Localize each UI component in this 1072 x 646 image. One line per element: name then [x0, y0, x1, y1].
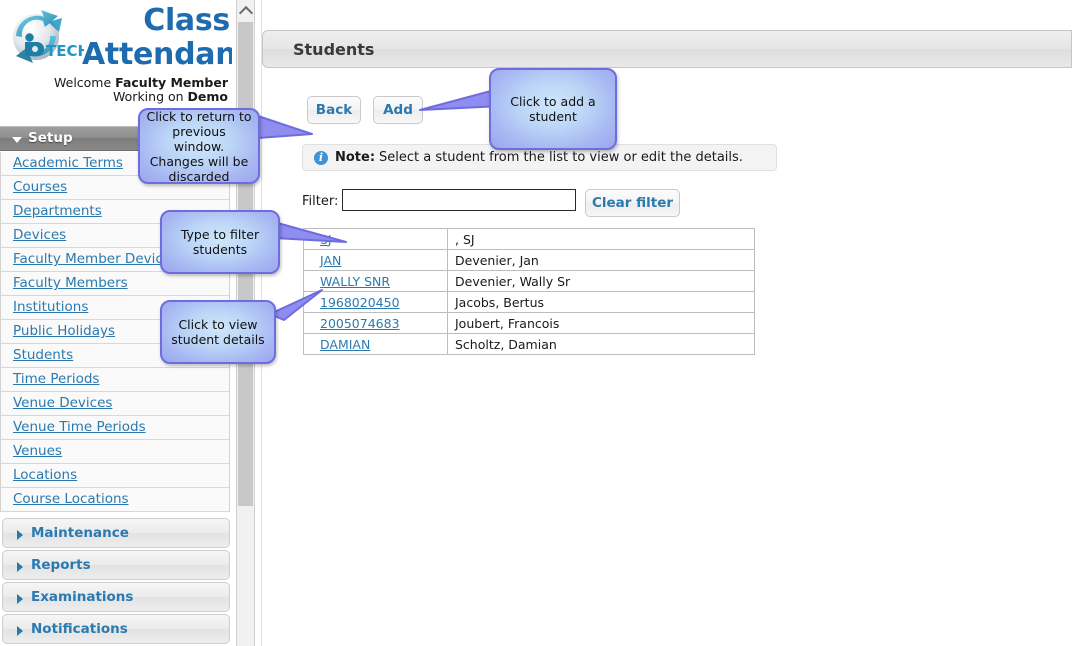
- working-line: Working on Demo: [2, 89, 228, 104]
- chevron-right-icon: [17, 594, 23, 604]
- table-row[interactable]: SJ , SJ: [303, 228, 755, 250]
- logo-text: TECH: [46, 42, 84, 60]
- student-code-link[interactable]: 2005074683: [320, 316, 400, 331]
- student-code-cell: JAN: [303, 249, 448, 271]
- callout-add: Click to add a student: [489, 68, 617, 150]
- filter-input[interactable]: [342, 189, 576, 211]
- sidebar-item-faculty-members[interactable]: Faculty Members: [0, 272, 230, 296]
- sidebar-item-venue-time-periods[interactable]: Venue Time Periods: [0, 416, 230, 440]
- student-name-cell: Joubert, Francois: [447, 312, 755, 334]
- sidebar-item-label: Venue Time Periods: [13, 419, 146, 435]
- student-code-cell: DAMIAN: [303, 333, 448, 355]
- scrollbar-up-button[interactable]: [237, 0, 254, 21]
- callout-back: Click to return to previous window. Chan…: [138, 108, 260, 184]
- sidebar-item-label: Faculty Members: [13, 275, 128, 291]
- student-code-link[interactable]: WALLY SNR: [320, 274, 390, 289]
- student-name-cell: , SJ: [447, 228, 755, 250]
- students-table: SJ , SJ JAN Devenier, Jan WALLY SNR Deve…: [303, 228, 755, 355]
- sidebar-item-label: Course Locations: [13, 491, 129, 507]
- sidebar-group-notifications[interactable]: Notifications: [2, 614, 230, 644]
- chevron-right-icon: [17, 530, 23, 540]
- sidebar-item-locations[interactable]: Locations: [0, 464, 230, 488]
- table-row[interactable]: 1968020450 Jacobs, Bertus: [303, 291, 755, 313]
- sidebar-item-label: Departments: [13, 203, 102, 219]
- student-name-cell: Devenier, Jan: [447, 249, 755, 271]
- table-row[interactable]: DAMIAN Scholtz, Damian: [303, 333, 755, 355]
- note-label: Note:: [335, 150, 376, 165]
- sidebar-item-label: Students: [13, 347, 74, 363]
- brand-header: TECH Class Attendance Welcome Faculty Me…: [0, 0, 232, 120]
- sidebar-item-label: Public Holidays: [13, 323, 116, 339]
- page-title: Students: [293, 40, 375, 59]
- table-row[interactable]: JAN Devenier, Jan: [303, 249, 755, 271]
- callout-tail-back: [256, 112, 316, 146]
- chevron-up-icon: [238, 5, 254, 21]
- working-prefix: Working on: [113, 89, 188, 104]
- ip-tech-globe-logo-icon: TECH: [4, 6, 90, 68]
- sidebar-group-reports[interactable]: Reports: [2, 550, 230, 580]
- student-code-link[interactable]: 1968020450: [320, 295, 400, 310]
- chevron-right-icon: [17, 562, 23, 572]
- student-code-link[interactable]: JAN: [320, 253, 341, 268]
- sidebar-group-examinations-label: Examinations: [31, 589, 134, 605]
- page-header-bar: Students: [262, 30, 1072, 68]
- callout-detail: Click to view student details: [160, 300, 276, 364]
- sidebar-item-time-periods[interactable]: Time Periods: [0, 368, 230, 392]
- welcome-prefix: Welcome: [54, 75, 116, 90]
- sidebar-item-course-locations[interactable]: Course Locations: [0, 488, 230, 512]
- sidebar-group-examinations[interactable]: Examinations: [2, 582, 230, 612]
- sidebar-item-label: Courses: [13, 179, 68, 195]
- clear-filter-button[interactable]: Clear filter: [585, 189, 680, 217]
- sidebar-item-label: Institutions: [13, 299, 89, 315]
- sidebar-group-setup-label: Setup: [28, 130, 73, 146]
- info-icon: i: [314, 151, 328, 165]
- callout-tail-filter: [272, 216, 352, 252]
- student-code-link[interactable]: DAMIAN: [320, 337, 370, 352]
- main-content: Students Back Add i Note: Select a stude…: [262, 0, 1072, 646]
- sidebar-item-label: Venue Devices: [13, 395, 113, 411]
- filter-label: Filter:: [302, 194, 339, 209]
- sidebar-group-maintenance[interactable]: Maintenance: [2, 518, 230, 548]
- table-row[interactable]: WALLY SNR Devenier, Wally Sr: [303, 270, 755, 292]
- sidebar-item-label: Devices: [13, 227, 67, 243]
- sidebar-item-label: Time Periods: [13, 371, 100, 387]
- working-context: Demo: [187, 89, 228, 104]
- student-name-cell: Scholtz, Damian: [447, 333, 755, 355]
- page-brand-title: Class Attendance: [82, 3, 232, 72]
- welcome-line: Welcome Faculty Member: [2, 75, 228, 90]
- chevron-right-icon: [17, 626, 23, 636]
- sidebar-item-label: Venues: [13, 443, 62, 459]
- welcome-user: Faculty Member: [115, 75, 228, 90]
- note-text: Select a student from the list to view o…: [379, 150, 743, 165]
- sidebar-group-reports-label: Reports: [31, 557, 91, 573]
- callout-filter: Type to filter students: [160, 210, 280, 274]
- student-name-cell: Jacobs, Bertus: [447, 291, 755, 313]
- table-row[interactable]: 2005074683 Joubert, Francois: [303, 312, 755, 334]
- sidebar-item-venue-devices[interactable]: Venue Devices: [0, 392, 230, 416]
- sidebar-item-label: Locations: [13, 467, 78, 483]
- sidebar-item-label: Faculty Member Devices: [13, 251, 179, 267]
- chevron-down-icon: [12, 137, 22, 143]
- callout-tail-detail: [268, 288, 328, 324]
- sidebar-item-label: Academic Terms: [13, 155, 123, 171]
- student-name-cell: Devenier, Wally Sr: [447, 270, 755, 292]
- sidebar-group-notifications-label: Notifications: [31, 621, 128, 637]
- sidebar-item-venues[interactable]: Venues: [0, 440, 230, 464]
- sidebar-group-maintenance-label: Maintenance: [31, 525, 129, 541]
